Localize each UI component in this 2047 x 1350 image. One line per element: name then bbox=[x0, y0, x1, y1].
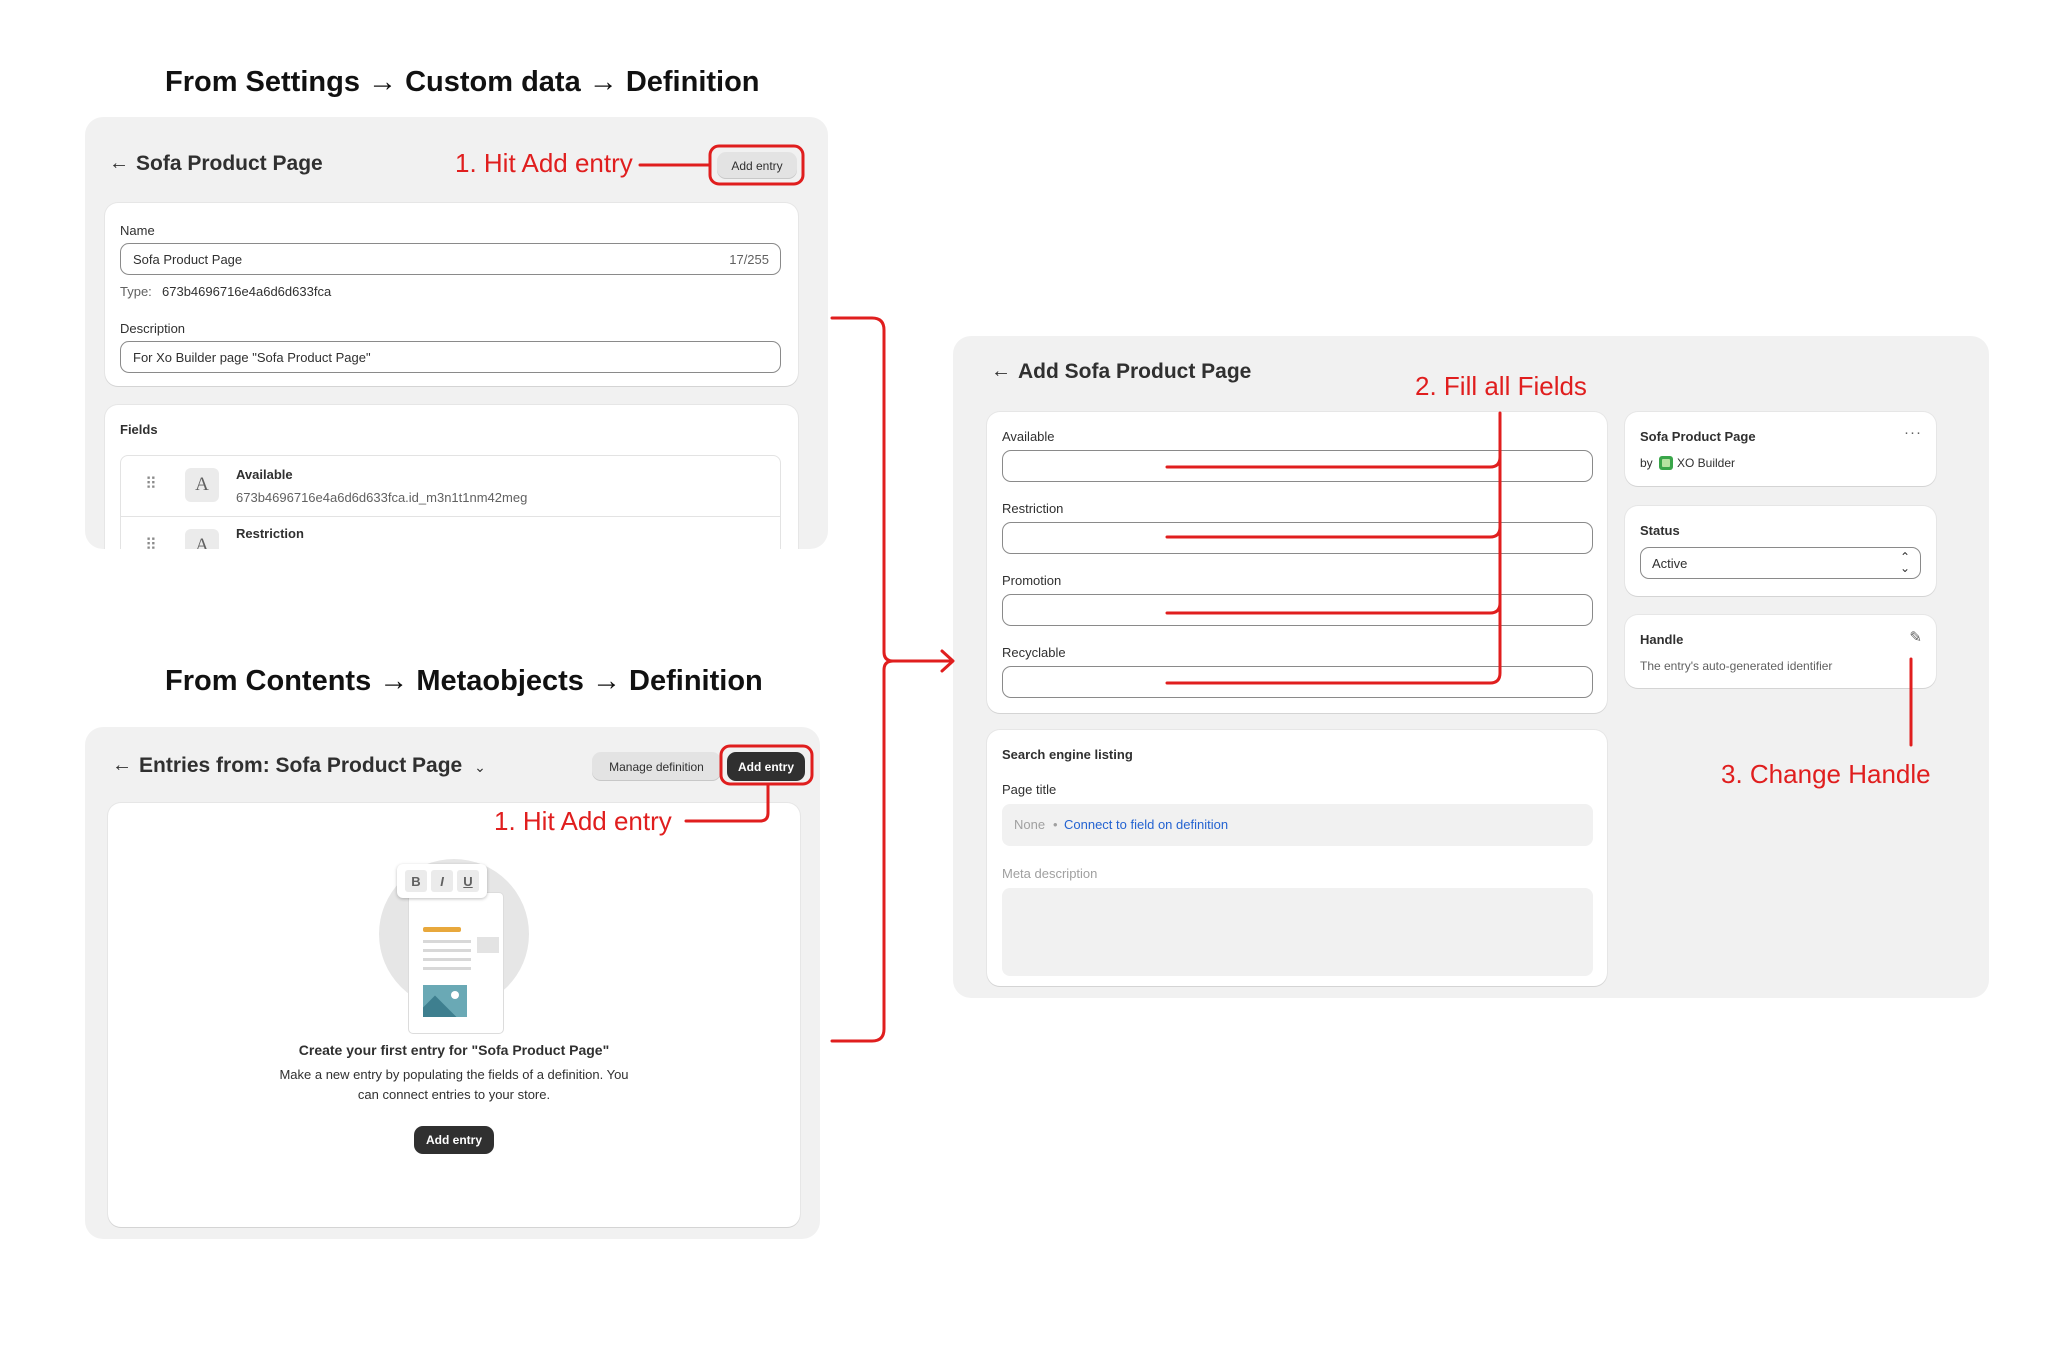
leader-line bbox=[1165, 455, 1502, 469]
leader-line bbox=[1165, 411, 1502, 685]
annotation-overlay bbox=[638, 144, 1913, 1043]
leader-line bbox=[684, 782, 770, 823]
highlight-box bbox=[719, 744, 814, 786]
annotation-step1-definition: 1. Hit Add entry bbox=[455, 148, 633, 178]
leader-line bbox=[1165, 601, 1502, 615]
bracket-line bbox=[830, 316, 895, 1043]
annotation-step3: 3. Change Handle bbox=[1721, 759, 1931, 789]
annotation-step1-entries: 1. Hit Add entry bbox=[494, 806, 672, 836]
highlight-box bbox=[708, 144, 805, 186]
annotation-step2: 2. Fill all Fields bbox=[1415, 371, 1587, 401]
leader-line bbox=[1165, 525, 1502, 539]
